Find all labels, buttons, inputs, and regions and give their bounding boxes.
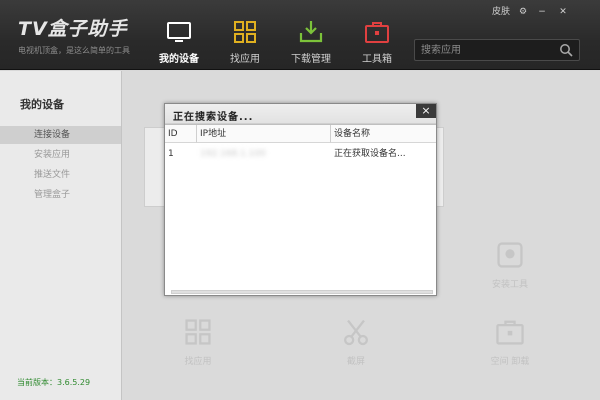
nav-downloads[interactable]: 下载管理: [277, 0, 345, 70]
sidebar-title: 我的设备: [20, 98, 64, 111]
tile-screenshot[interactable]: 截屏: [336, 316, 376, 367]
settings-icon[interactable]: ⚙: [516, 6, 530, 18]
device-table: ID IP地址 设备名称 1 192.168.1.100 正在获取设备名...: [165, 124, 436, 295]
sidebar-item-push-files[interactable]: 推送文件: [0, 166, 121, 184]
dialog-header: 正在搜索设备... ×: [165, 104, 436, 124]
title-bar: TV盒子助手 电视机顶盒，是这么简单的工具 我的设备 找应用 下载管理 工具箱 …: [0, 0, 600, 70]
sidebar-item-connect-device[interactable]: 连接设备: [0, 126, 121, 144]
column-header-id[interactable]: ID: [165, 125, 197, 143]
tile-label: 截屏: [346, 357, 365, 367]
toolbox-icon: [496, 320, 524, 345]
disk-icon: [497, 242, 523, 268]
nav-label: 工具箱: [362, 54, 392, 65]
tv-icon: [167, 22, 191, 42]
nav-find-apps[interactable]: 找应用: [211, 0, 279, 70]
scissors-icon: [344, 319, 368, 346]
grid-apps-icon: [185, 319, 211, 345]
search-devices-dialog: 正在搜索设备... × ID IP地址 设备名称 1 192.168.1.100…: [164, 103, 437, 296]
nav-label: 找应用: [230, 54, 260, 65]
app-logo: TV盒子助手 电视机顶盒，是这么简单的工具: [18, 14, 130, 56]
tile-install-tool[interactable]: 安装工具: [488, 239, 532, 290]
tile-find-apps[interactable]: 找应用: [178, 316, 218, 367]
skin-button[interactable]: 皮肤: [490, 6, 512, 18]
column-header-device-name[interactable]: 设备名称: [331, 125, 436, 143]
tile-label: 空间 卸载: [490, 357, 530, 367]
horizontal-scrollbar[interactable]: [171, 290, 433, 294]
dialog-title: 正在搜索设备...: [173, 112, 254, 123]
search-icon[interactable]: [559, 43, 573, 57]
nav-toolbox[interactable]: 工具箱: [343, 0, 411, 70]
minimize-button[interactable]: −: [535, 6, 549, 18]
cell-device-name: 正在获取设备名...: [334, 149, 406, 159]
nav-my-devices[interactable]: 我的设备: [145, 0, 213, 70]
cell-ip: 192.168.1.100: [200, 149, 266, 159]
column-header-ip[interactable]: IP地址: [197, 125, 331, 143]
close-window-button[interactable]: ✕: [556, 6, 570, 18]
cell-id: 1: [168, 149, 174, 159]
nav-label: 我的设备: [159, 54, 199, 65]
sidebar: 我的设备 连接设备 安装应用 推送文件 管理盒子 当前版本：3.6.5.29: [0, 71, 122, 400]
nav-label: 下载管理: [291, 54, 331, 65]
sidebar-item-manage-box[interactable]: 管理盒子: [0, 186, 121, 204]
search-input[interactable]: [421, 43, 551, 57]
tile-uninstall[interactable]: 空间 卸载: [488, 316, 532, 367]
tile-label: 安装工具: [491, 280, 528, 290]
search-box[interactable]: [414, 39, 580, 61]
app-title: TV盒子助手: [18, 18, 128, 40]
toolbox-icon: [365, 22, 389, 43]
download-tray-icon: [299, 21, 323, 43]
app-subtitle: 电视机顶盒，是这么简单的工具: [18, 46, 130, 55]
close-icon[interactable]: ×: [416, 104, 436, 118]
tile-label: 找应用: [184, 357, 212, 367]
version-label: 当前版本：3.6.5.29: [17, 378, 91, 387]
sidebar-item-install-apps[interactable]: 安装应用: [0, 146, 121, 164]
grid-apps-icon: [234, 21, 256, 43]
